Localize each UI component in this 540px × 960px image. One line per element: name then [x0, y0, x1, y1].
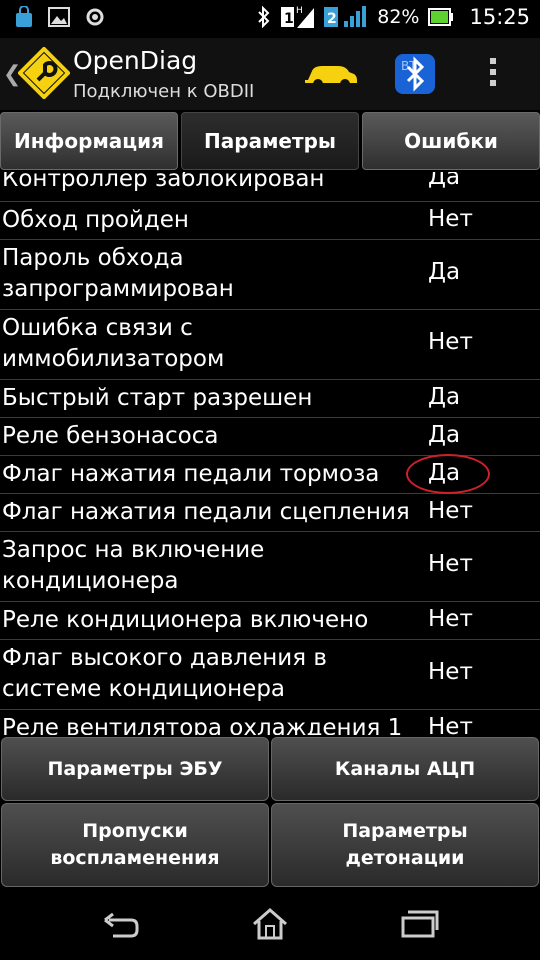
clock: 15:25	[469, 5, 530, 29]
param-value: Нет	[428, 606, 473, 632]
navigation-bar	[0, 888, 540, 960]
bluetooth-connect-icon[interactable]: BT	[393, 52, 437, 96]
svg-text:H: H	[296, 6, 303, 16]
list-item[interactable]: Реле кондиционера включено Нет	[0, 602, 540, 640]
sim2-signal-icon: 2	[324, 6, 367, 27]
param-value: Нет	[428, 206, 473, 232]
param-value: Да	[428, 172, 461, 190]
param-name: Реле бензонасоса	[2, 423, 219, 449]
list-item[interactable]: Обход пройден Нет	[0, 202, 540, 240]
list-item[interactable]: Реле бензонасоса Да	[0, 418, 540, 456]
param-name: Флаг высокого давления в системе кондици…	[2, 645, 327, 702]
param-value: Нет	[428, 551, 473, 577]
connection-status: Подключен к OBDII	[73, 81, 255, 102]
tab-errors[interactable]: Ошибки	[362, 112, 540, 170]
param-value: Нет	[428, 498, 473, 524]
list-item[interactable]: Ошибка связи с иммобилизатором Нет	[0, 310, 540, 380]
list-item[interactable]: Реле вентилятора охлаждения 1 Нет	[0, 710, 540, 735]
tab-information[interactable]: Информация	[0, 112, 178, 170]
bluetooth-icon	[258, 5, 270, 29]
param-name: Реле вентилятора охлаждения 1	[2, 715, 403, 735]
app-logo-icon[interactable]	[18, 47, 70, 99]
car-icon[interactable]	[304, 58, 358, 90]
param-name: Реле кондиционера включено	[2, 607, 369, 633]
param-name: Быстрый старт разрешен	[2, 385, 313, 411]
param-value: Нет	[428, 329, 473, 355]
home-nav-icon[interactable]	[250, 906, 290, 940]
param-value: Нет	[428, 659, 473, 685]
battery-percent: 82%	[377, 6, 420, 28]
list-item[interactable]: Пароль обхода запрограммирован Да	[0, 240, 540, 310]
param-value: Да	[428, 422, 461, 448]
svg-text:1: 1	[284, 11, 294, 27]
param-value: Нет	[428, 714, 473, 735]
tab-parameters[interactable]: Параметры	[181, 112, 359, 170]
adc-channels-button[interactable]: Каналы АЦП	[271, 737, 539, 801]
back-nav-icon[interactable]	[101, 906, 141, 940]
param-name: Запрос на включение кондиционера	[2, 537, 265, 594]
locate-icon	[86, 8, 104, 26]
ecu-params-button[interactable]: Параметры ЭБУ	[1, 737, 269, 801]
param-name: Ошибка связи с иммобилизатором	[2, 315, 225, 372]
battery-icon	[428, 8, 454, 26]
param-name: Флаг нажатия педали сцепления	[2, 499, 410, 525]
misfires-button[interactable]: Пропуски воспламенения	[1, 803, 269, 887]
tab-bar: Информация Параметры Ошибки	[0, 110, 540, 172]
list-item[interactable]: Быстрый старт разрешен Да	[0, 380, 540, 418]
highlight-circle	[406, 454, 490, 494]
app-title: OpenDiag	[73, 46, 198, 75]
knock-params-button[interactable]: Параметры детонации	[271, 803, 539, 887]
param-value: Да	[428, 384, 461, 410]
sim1-signal-icon: 1 H	[281, 6, 315, 28]
param-name: Пароль обхода запрограммирован	[2, 245, 234, 302]
list-item[interactable]: Контроллер заблокирован Да	[0, 172, 540, 202]
status-bar: 1 H 2 82% 15:25	[0, 0, 540, 38]
list-item[interactable]: Флаг нажатия педали сцепления Нет	[0, 494, 540, 532]
svg-text:2: 2	[327, 11, 337, 27]
bag-icon	[16, 6, 32, 27]
list-item[interactable]: Флаг высокого давления в системе кондици…	[0, 640, 540, 710]
param-name: Обход пройден	[2, 207, 189, 233]
image-icon	[48, 7, 70, 27]
param-name: Контроллер заблокирован	[2, 172, 325, 192]
recent-apps-icon[interactable]	[399, 906, 439, 940]
param-value: Да	[428, 259, 461, 285]
param-name: Флаг нажатия педали тормоза	[2, 461, 380, 487]
list-item[interactable]: Запрос на включение кондиционера Нет	[0, 532, 540, 602]
action-bar: ❮ OpenDiag Подключен к OBDII BT	[0, 38, 540, 110]
overflow-menu-icon[interactable]	[488, 58, 498, 94]
parameter-list[interactable]: Контроллер заблокирован Да Обход пройден…	[0, 172, 540, 735]
